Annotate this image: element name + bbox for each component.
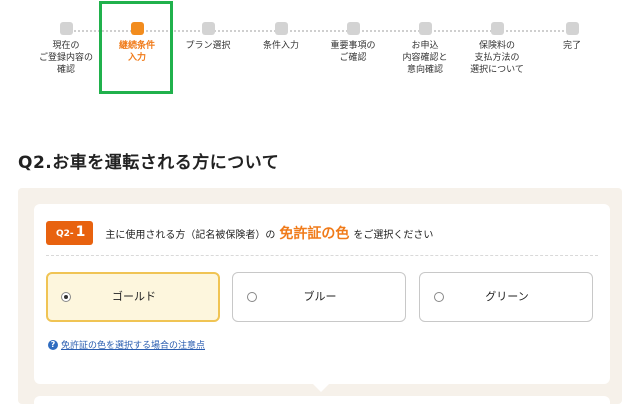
- progress-stepper: 現在の ご登録内容の 確認 継続条件 入力 プラン選択 条件入力 重要事項の ご…: [0, 0, 626, 110]
- badge-prefix: Q2-: [56, 229, 74, 239]
- step-label: お申込 内容確認と 意向確認: [402, 41, 448, 75]
- next-question-card: [34, 396, 610, 404]
- option-gold[interactable]: ゴールド: [46, 272, 220, 322]
- option-label: ブルー: [303, 290, 337, 303]
- step-label: 現在の ご登録内容の 確認: [38, 41, 93, 75]
- question-text: 主に使用される方（記名被保険者）の 免許証の色 をご選択ください: [105, 223, 433, 243]
- question-number-badge: Q2- 1: [46, 221, 94, 245]
- question-circle-icon: ?: [48, 339, 58, 350]
- step-complete: 完了: [533, 22, 611, 52]
- step-label: 条件入力: [262, 41, 299, 51]
- step-condition-input: 条件入力: [242, 22, 320, 52]
- step-application-review: お申込 内容確認と 意向確認: [386, 22, 464, 76]
- step-current-registration: 現在の ご登録内容の 確認: [27, 22, 105, 76]
- question-text-after: をご選択ください: [353, 230, 434, 241]
- step-marker: [346, 22, 360, 35]
- step-marker: [201, 22, 215, 35]
- step-marker: [59, 22, 73, 35]
- option-green[interactable]: グリーン: [419, 272, 593, 322]
- step-label: 重要事項の ご確認: [330, 41, 376, 63]
- page-title: Q2.お車を運転される方について: [18, 153, 280, 173]
- license-color-note-link[interactable]: ? 免許証の色を選択する場合の注意点: [48, 338, 205, 351]
- step-payment-method: 保険料の 支払方法の 選択について: [458, 22, 536, 76]
- step-plan-selection: プラン選択: [169, 22, 247, 52]
- card-pointer-arrow: [313, 384, 329, 392]
- option-blue[interactable]: ブルー: [232, 272, 406, 322]
- step-important-matters: 重要事項の ご確認: [314, 22, 392, 64]
- note-link-text[interactable]: 免許証の色を選択する場合の注意点: [61, 338, 205, 351]
- badge-number: 1: [75, 224, 86, 240]
- question-card: Q2- 1 主に使用される方（記名被保険者）の 免許証の色 をご選択ください ゴ…: [34, 204, 610, 384]
- step-marker: [565, 22, 579, 35]
- option-label: グリーン: [485, 290, 529, 303]
- step-marker: [274, 22, 288, 35]
- question-header: Q2- 1 主に使用される方（記名被保険者）の 免許証の色 をご選択ください: [46, 220, 433, 246]
- step-label: プラン選択: [185, 41, 231, 51]
- step-label: 保険料の 支払方法の 選択について: [470, 41, 524, 75]
- dashed-divider: [46, 255, 598, 256]
- question-text-emphasis: 免許証の色: [279, 226, 350, 242]
- step-marker: [490, 22, 504, 35]
- license-color-options: ゴールド ブルー グリーン: [46, 272, 598, 322]
- current-step-highlight: [99, 1, 173, 94]
- option-label: ゴールド: [112, 290, 156, 303]
- question-text-before: 主に使用される方（記名被保険者）の: [105, 230, 276, 241]
- step-label: 完了: [562, 41, 581, 51]
- step-marker: [418, 22, 432, 35]
